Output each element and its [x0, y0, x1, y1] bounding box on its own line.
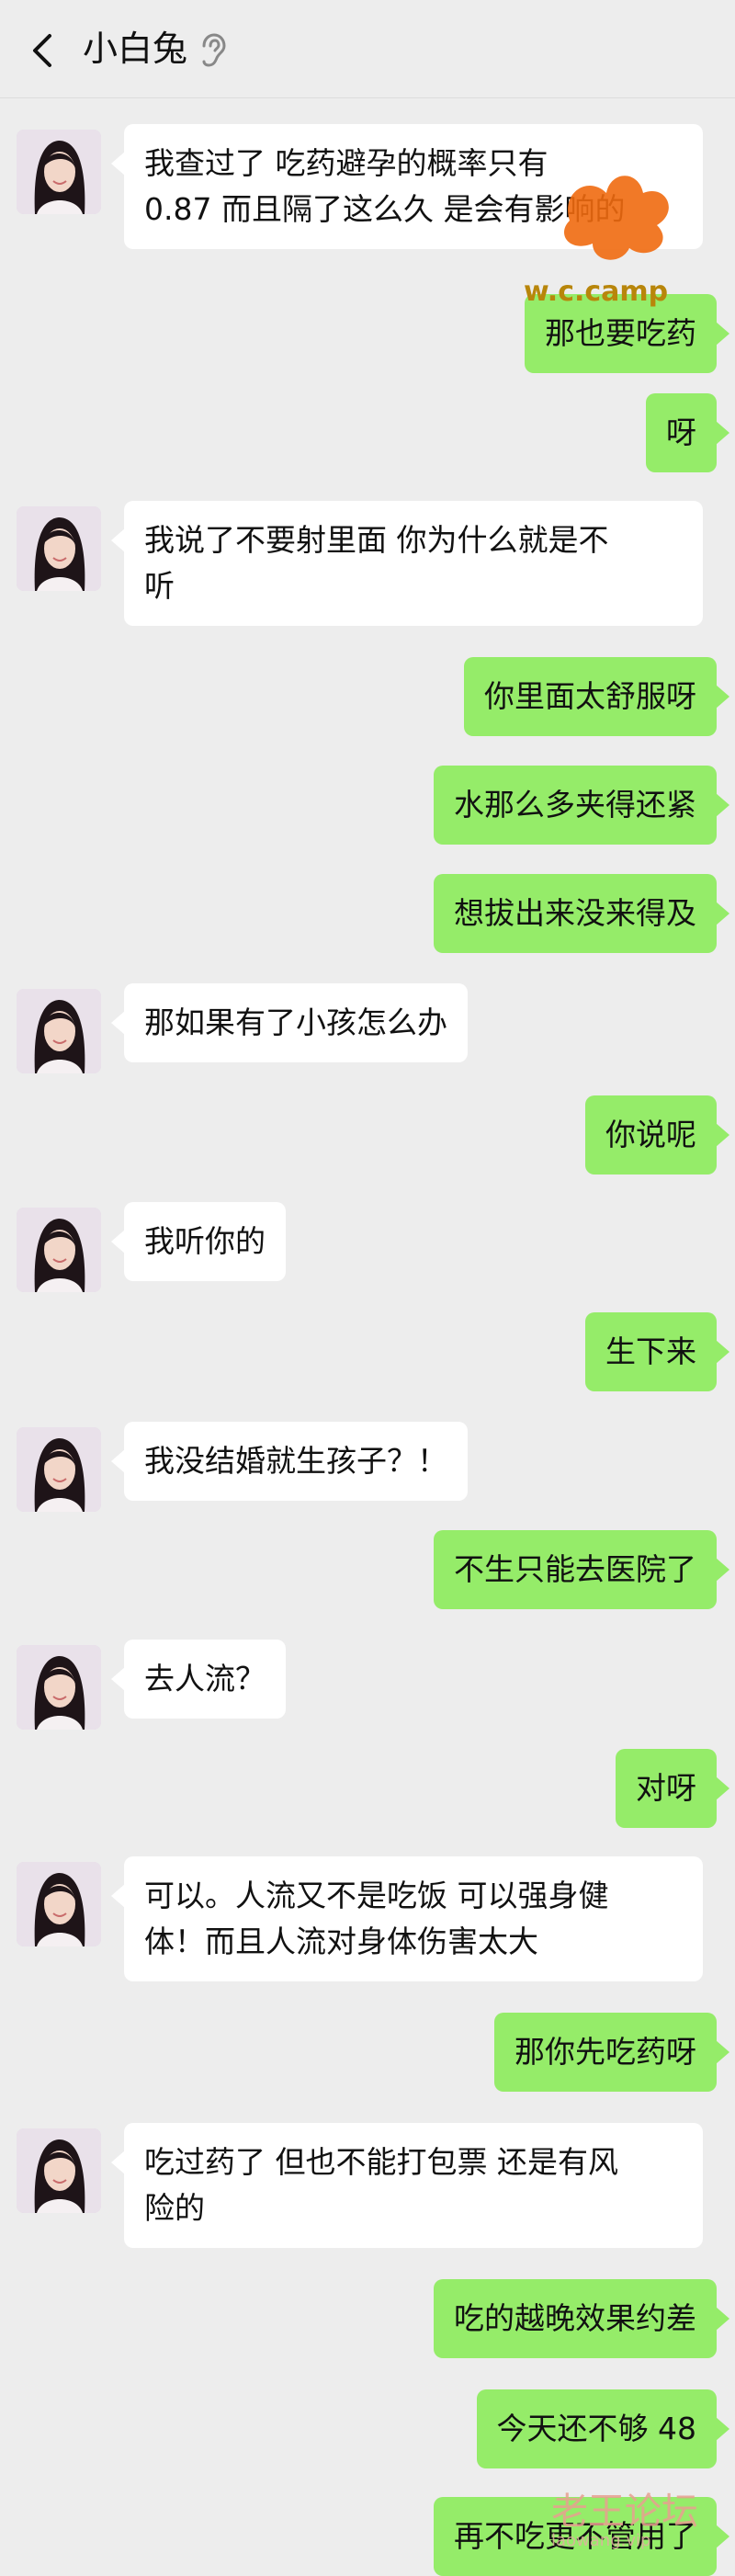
- message-bubble[interactable]: 生下来: [585, 1312, 729, 1391]
- message-text-line: 对呀: [636, 1770, 696, 1806]
- contact-avatar[interactable]: [17, 1645, 101, 1730]
- message-bubble[interactable]: 吃的越晚效果约差: [434, 2279, 729, 2358]
- message-bubble[interactable]: 吃过药了 但也不能打包票 还是有风 险的: [111, 2123, 703, 2248]
- message-bubble[interactable]: 去人流？: [111, 1640, 286, 1719]
- message-bubble[interactable]: 今天还不够 48: [476, 2389, 730, 2468]
- message-text-line: 生下来: [605, 1333, 696, 1369]
- watermark-top: w.c.camp: [524, 276, 669, 308]
- message-bubble[interactable]: 我听你的: [111, 1202, 286, 1281]
- ear-icon[interactable]: [198, 33, 226, 68]
- contact-avatar[interactable]: [17, 1208, 101, 1292]
- message-bubble[interactable]: 我说了不要射里面 你为什么就是不听: [111, 501, 703, 626]
- contact-avatar[interactable]: [17, 2128, 101, 2213]
- message-text-line: 呀: [666, 414, 696, 450]
- message-text-line: 我说了不要射里面 你为什么就是不: [144, 522, 609, 558]
- chat-title: 小白兔: [83, 28, 188, 69]
- message-text-line: 听: [144, 568, 175, 604]
- contact-avatar[interactable]: [17, 1862, 101, 1946]
- watermark-splash: [564, 176, 669, 260]
- message-text-line: 我听你的: [144, 1223, 266, 1259]
- message-text-line: 今天还不够 48: [496, 2411, 696, 2446]
- watermark-bottom-text: 老王论坛: [551, 2491, 698, 2533]
- message-text-line: 那也要吃药: [545, 315, 696, 351]
- message-bubble[interactable]: 我没结婚就生孩子？！: [111, 1422, 468, 1501]
- message-text-line: 你里面太舒服呀: [484, 678, 696, 714]
- message-text-line: 想拔出来没来得及: [454, 895, 696, 931]
- message-text-line: 去人流？: [144, 1661, 266, 1697]
- message-bubble[interactable]: 可以。人流又不是吃饭 可以强身健 体！而且人流对身体伤害太大: [111, 1856, 703, 1981]
- message-bubble[interactable]: 你说呢: [585, 1095, 729, 1175]
- message-text-line: 险的: [144, 2190, 205, 2226]
- message-text-line: 你说呢: [605, 1117, 696, 1152]
- message-bubble[interactable]: 那如果有了小孩怎么办: [111, 983, 468, 1062]
- message-bubble[interactable]: 想拔出来没来得及: [434, 874, 729, 953]
- message-bubble[interactable]: 那你先吃药呀: [494, 2013, 729, 2092]
- message-text-line: 吃过药了 但也不能打包票 还是有风: [144, 2144, 618, 2180]
- message-text-line: 体！而且人流对身体伤害太大: [144, 1923, 538, 1959]
- contact-avatar[interactable]: [17, 1427, 101, 1512]
- chat-header: 小白兔: [0, 0, 735, 98]
- contact-avatar[interactable]: [17, 989, 101, 1073]
- message-text-line: 水那么多夹得还紧: [454, 787, 696, 823]
- chevron-left-icon[interactable]: [28, 32, 59, 69]
- watermark-bottom: 老王论坛 laowang.vip: [551, 2481, 698, 2550]
- message-bubble[interactable]: 不生只能去医院了: [434, 1530, 729, 1609]
- message-bubble[interactable]: 水那么多夹得还紧: [434, 766, 729, 845]
- message-text-line: 我没结婚就生孩子？！: [144, 1443, 447, 1479]
- message-text-line: 那如果有了小孩怎么办: [144, 1004, 447, 1040]
- contact-avatar[interactable]: [17, 506, 101, 591]
- message-text-line: 不生只能去医院了: [454, 1551, 696, 1587]
- watermark-bottom-subtext: laowang.vip: [551, 2531, 651, 2550]
- message-text-line: 那你先吃药呀: [514, 2034, 696, 2070]
- contact-avatar[interactable]: [17, 130, 101, 214]
- message-bubble[interactable]: 你里面太舒服呀: [464, 657, 729, 736]
- message-text-line: 可以。人流又不是吃饭 可以强身健: [144, 1878, 609, 1913]
- message-text-line: 吃的越晚效果约差: [454, 2300, 696, 2336]
- message-bubble[interactable]: 对呀: [616, 1749, 729, 1828]
- message-bubble[interactable]: 呀: [646, 393, 729, 472]
